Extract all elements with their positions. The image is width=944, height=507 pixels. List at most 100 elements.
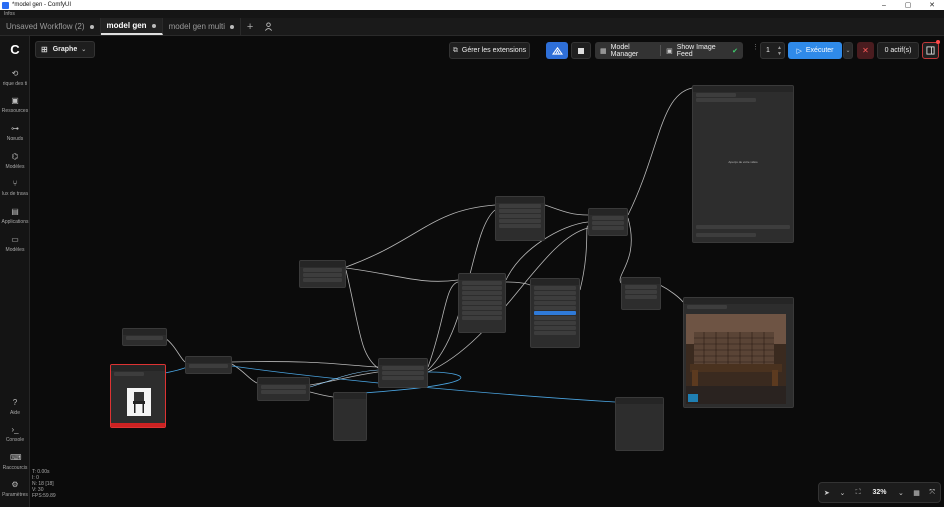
sidebar-item-applications[interactable]: ▤ Applications [0,207,30,225]
manage-extensions-button[interactable]: ⧉ Gérer les extensions [449,42,530,59]
node-widget[interactable] [261,385,306,389]
node-widget[interactable] [382,366,424,370]
node-widget[interactable] [534,321,576,325]
video-controls[interactable] [696,233,756,237]
sidebar-item-help[interactable]: ? Aide [0,398,30,416]
queue-mode-button[interactable] [546,42,568,59]
node-widget[interactable] [382,376,424,380]
node-widget[interactable] [462,311,502,315]
active-jobs-button[interactable]: 0 actif(s) [877,42,919,59]
node-widget[interactable] [534,286,576,290]
node-widget[interactable] [592,226,624,230]
sidebar-item-shortcuts[interactable]: ⌨ Raccourcis [0,453,30,471]
node-widget[interactable] [592,216,624,220]
node-widget[interactable] [382,371,424,375]
stop-button[interactable] [571,42,591,59]
node-widget[interactable] [462,281,502,285]
sidebar-item-templates[interactable]: ▭ Modèles [0,235,30,253]
node-widget[interactable] [534,331,576,335]
node-widget[interactable] [189,364,228,368]
node-widget[interactable] [499,219,541,223]
run-options-button[interactable]: ⌄ [843,42,853,59]
tab-model-gen-multi[interactable]: model gen multi [163,18,242,35]
node-widget[interactable] [534,326,576,330]
node-widget[interactable] [462,291,502,295]
node-widget[interactable] [696,93,736,97]
preview-image-node[interactable] [333,392,367,441]
menu-label[interactable]: Infos [4,11,15,17]
resize-image-node[interactable] [185,356,232,374]
graph-selector[interactable]: ⊞ Graphe ⌄ [35,41,95,58]
stepper-icon[interactable]: ▲ ▼ [777,45,782,57]
node-widget[interactable] [499,204,541,208]
node-widget[interactable] [462,296,502,300]
node-widget[interactable] [625,295,657,299]
comfy-logo-icon[interactable]: C [7,43,23,56]
image-feed-button[interactable]: ▣ Show Image Feed ✔ [661,44,743,58]
node-widget[interactable] [534,301,576,305]
tab-unsaved-workflow[interactable]: Unsaved Workflow (2) [0,18,101,35]
add-tab-button[interactable]: + [241,18,259,35]
minimap-icon[interactable]: ▦ [909,489,925,497]
node-widget[interactable] [625,285,657,289]
model-load-node[interactable] [122,328,167,346]
sampler-node[interactable] [495,196,545,241]
vae-decode-node[interactable] [588,208,628,236]
sidebar-item-workflows[interactable]: ⑂ lux de trava [0,179,30,197]
node-widget[interactable] [625,290,657,294]
node-widget[interactable] [462,306,502,310]
node-widget[interactable] [499,209,541,213]
clip-vision-node[interactable] [257,377,310,401]
node-widget[interactable] [499,214,541,218]
chevron-down-icon[interactable]: ⌄ [835,489,851,497]
node-toggle[interactable] [534,311,576,315]
node-widget[interactable] [499,224,541,228]
upload-bar[interactable] [111,423,165,427]
drag-handle-icon[interactable]: ⋮⋮ [752,44,766,56]
node-widget[interactable] [114,372,144,376]
link-visibility-icon[interactable]: ⤧ [924,489,940,497]
output-image-node[interactable] [615,397,664,451]
node-widget[interactable] [687,305,727,309]
maximize-button[interactable]: ▢ [896,1,920,9]
node-widget[interactable] [534,306,576,310]
minimize-button[interactable]: – [872,2,896,9]
run-button[interactable]: ▷ Exécuter [788,42,842,59]
sidebar-item-models[interactable]: ⌬ Modèles [0,152,30,170]
node-widget[interactable] [303,273,342,277]
user-icon[interactable] [259,18,277,35]
close-window-button[interactable]: ✕ [920,1,944,9]
sidebar-item-settings[interactable]: ⚙ Paramètres [0,480,30,498]
node-widget[interactable] [462,286,502,290]
node-widget[interactable] [534,316,576,320]
fit-view-icon[interactable]: ⛶ [850,489,866,497]
image-to-video-node[interactable] [458,273,506,333]
conditioning-node[interactable] [378,358,428,388]
node-widget[interactable] [303,278,342,282]
toggle-panel-button[interactable] [922,42,939,59]
node-widget[interactable] [462,301,502,305]
select-tool-icon[interactable]: ➤ [819,489,835,497]
settings-node[interactable] [530,278,580,348]
video-controls[interactable] [696,225,790,229]
save-image-node[interactable] [683,297,794,408]
tab-model-gen[interactable]: model gen [100,18,163,35]
node-widget[interactable] [696,98,756,102]
sidebar-item-resources[interactable]: ▣ Ressources [0,96,30,114]
chevron-down-icon[interactable]: ⌄ [893,489,909,497]
cancel-queue-button[interactable]: ✕ [857,42,874,59]
model-loader-node[interactable] [299,260,346,288]
node-widget[interactable] [592,221,624,225]
sidebar-item-nodes[interactable]: ⊶ Nœuds [0,124,30,142]
queue-count-input[interactable]: 1 ▲ ▼ [760,42,785,59]
node-widget[interactable] [126,336,163,340]
node-widget[interactable] [534,296,576,300]
load-image-node[interactable] [110,364,166,428]
node-widget[interactable] [261,390,306,394]
zoom-level[interactable]: 32% [866,489,893,496]
node-widget[interactable] [303,268,342,272]
node-widget[interactable] [462,316,502,320]
preview-video-node[interactable]: Aperçu de votre vidéo [692,85,794,243]
sidebar-item-history[interactable]: ⟲ rique des ti [0,69,30,87]
node-widget[interactable] [534,291,576,295]
